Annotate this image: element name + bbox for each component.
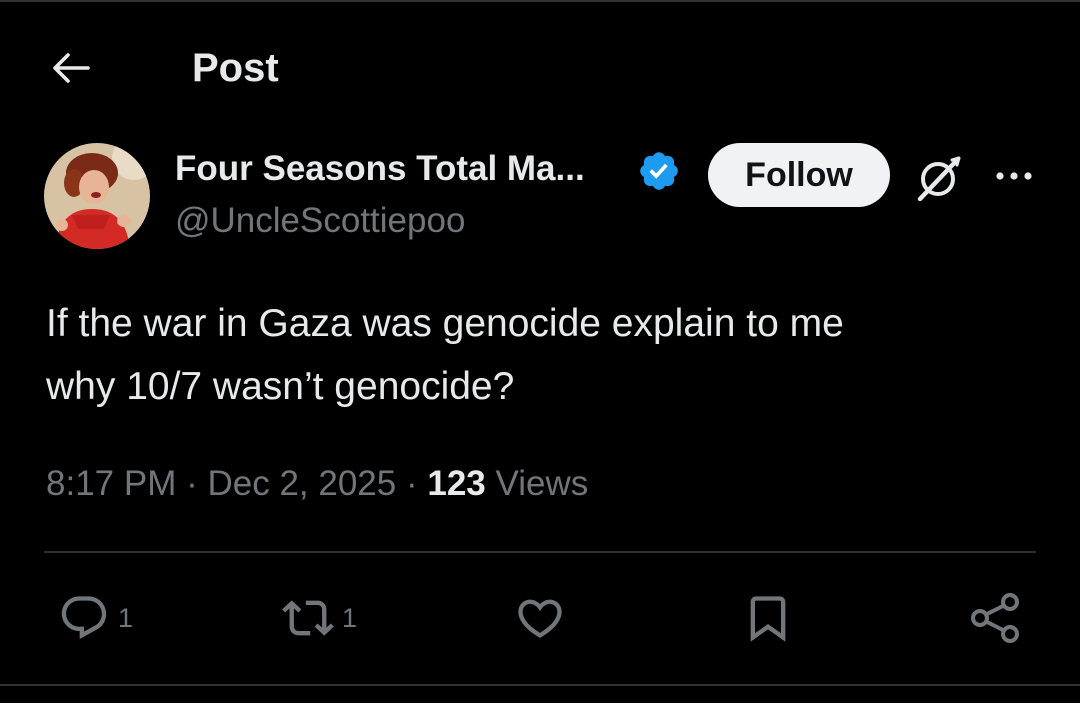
top-border [0,0,1080,2]
verified-badge-icon [637,149,681,193]
share-icon [966,590,1024,646]
heart-icon [512,592,568,644]
reply-button[interactable]: 1 [56,590,133,646]
share-button[interactable] [966,590,1024,646]
bottom-border [0,684,1080,686]
post-date[interactable]: Dec 2, 2025 [207,464,396,503]
repost-button[interactable]: 1 [280,590,357,646]
repost-count: 1 [342,603,358,633]
handle[interactable]: @UncleScottiepoo [175,200,465,242]
bookmark-button[interactable] [740,590,796,646]
post-meta: 8:17 PM · Dec 2, 2025 · 123 Views [46,462,588,506]
like-button[interactable] [512,590,568,646]
grok-button[interactable] [910,152,966,204]
display-name[interactable]: Four Seasons Total Ma... [175,148,585,190]
meta-separator: · [405,464,418,503]
meta-separator: · [186,464,198,503]
more-horizontal-icon [994,170,1034,182]
repost-icon [280,592,336,644]
reply-icon [56,592,112,644]
bookmark-icon [740,592,796,644]
views-label: Views [495,464,589,503]
arrow-left-icon [50,52,90,84]
grok-icon [914,155,962,201]
reply-count: 1 [118,603,134,633]
back-button[interactable] [46,44,94,92]
views-count[interactable]: 123 [427,464,485,503]
post-time[interactable]: 8:17 PM [46,464,176,503]
page-title: Post [192,46,279,90]
more-button[interactable] [986,152,1042,200]
avatar[interactable] [44,143,150,249]
divider [44,551,1036,553]
post-text: If the war in Gaza was genocide explain … [46,302,844,408]
follow-button[interactable]: Follow [708,143,890,207]
